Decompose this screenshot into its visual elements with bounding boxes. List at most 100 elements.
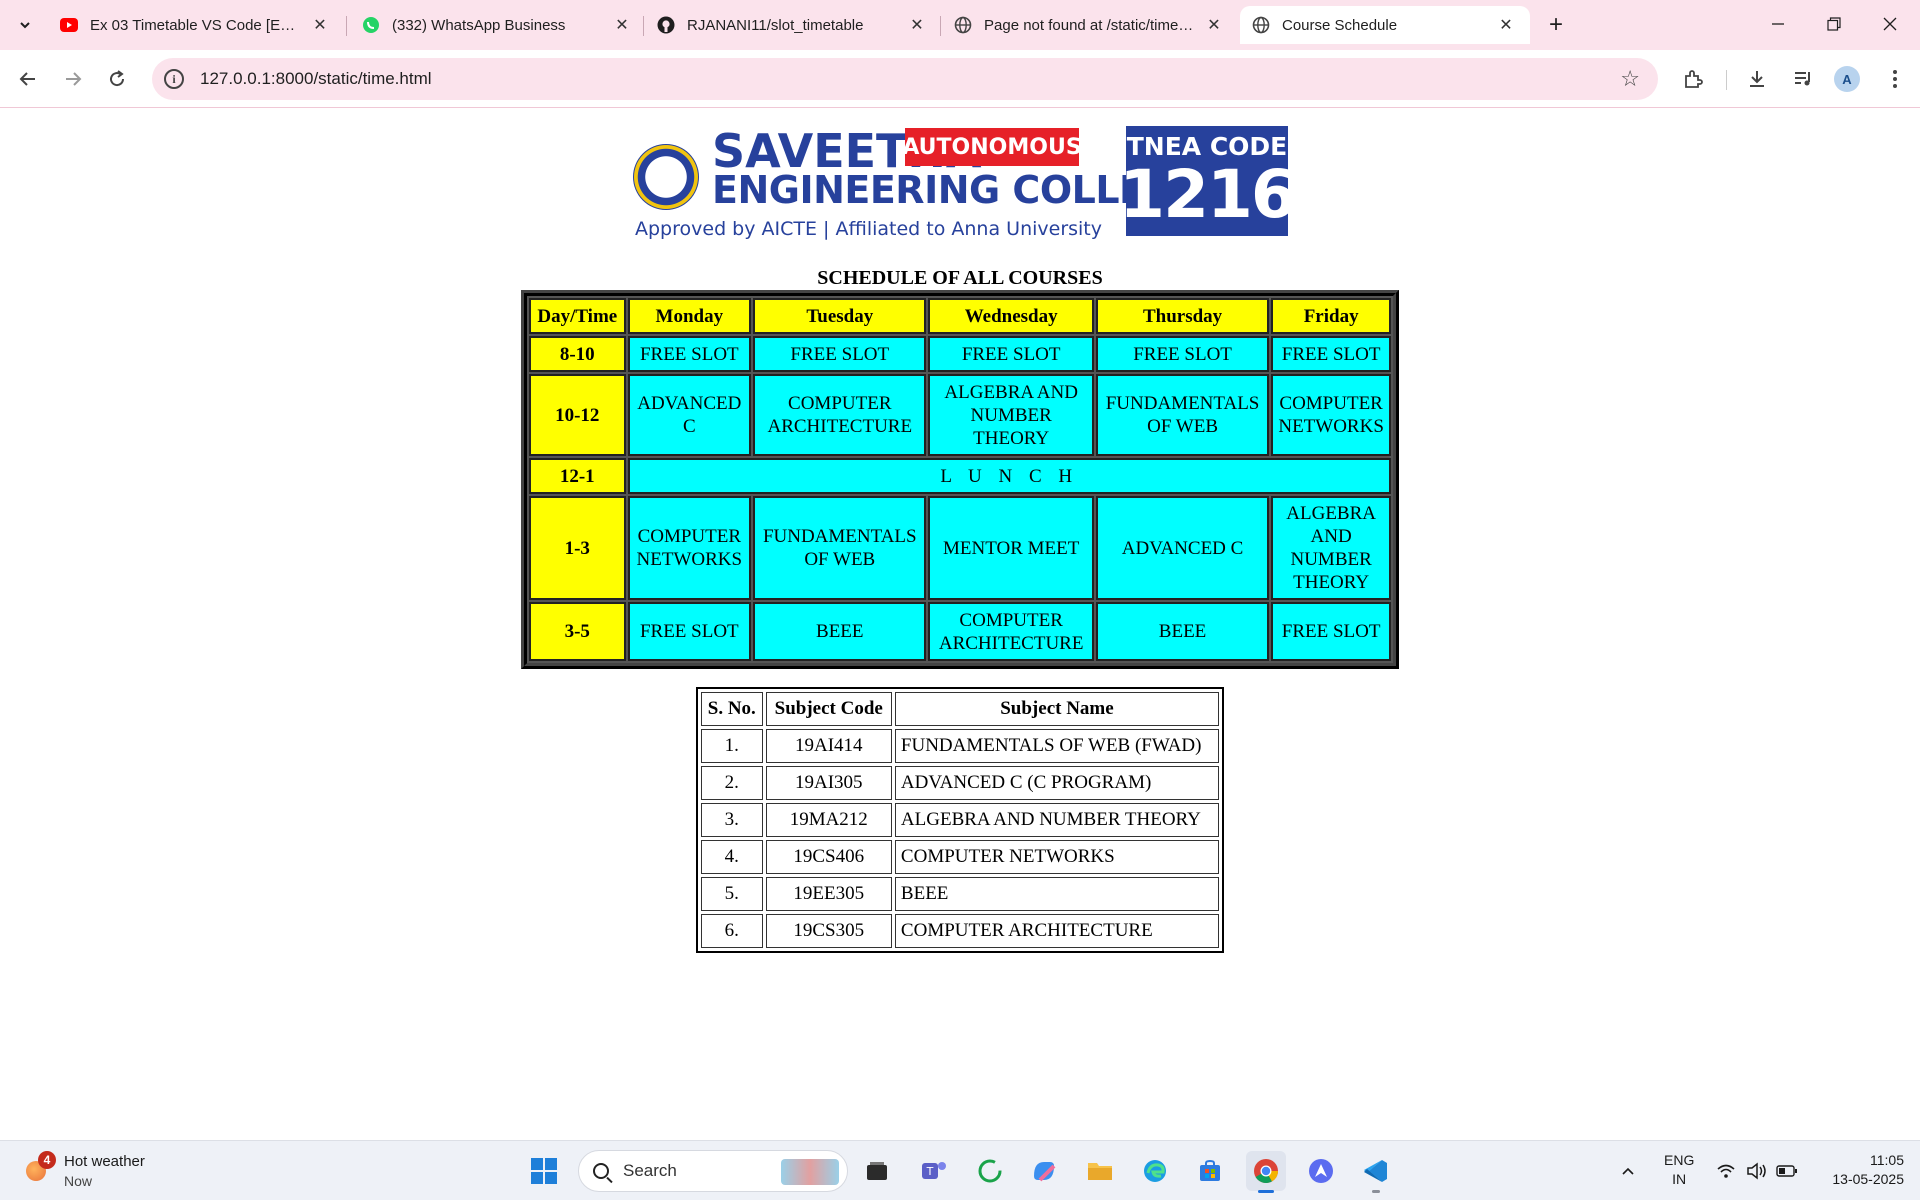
app-arrow-icon[interactable] <box>1301 1151 1341 1191</box>
college-logo: SAVEETHA AUTONOMOUS ENGINEERING COLLEGE … <box>632 126 1297 242</box>
tab-github[interactable]: RJANANI11/slot_timetable ✕ <box>645 6 941 44</box>
table-row: 4. 19CS406 COMPUTER NETWORKS <box>701 840 1219 874</box>
tab-title: Course Schedule <box>1282 16 1398 34</box>
table-row: 6. 19CS305 COMPUTER ARCHITECTURE <box>701 914 1219 948</box>
tab-close-icon[interactable]: ✕ <box>1204 15 1224 35</box>
volume-icon[interactable] <box>1746 1141 1768 1201</box>
svg-text:T: T <box>926 1165 934 1178</box>
slot-cell: FREE SLOT <box>627 602 752 661</box>
windows-logo-icon <box>531 1158 557 1184</box>
slot-cell: FREE SLOT <box>753 336 927 372</box>
time-cell: 12-1 <box>529 458 626 494</box>
tab-youtube[interactable]: Ex 03 Timetable VS Code [English] ✕ <box>48 6 344 44</box>
header-cell: S. No. <box>701 692 763 726</box>
header-cell: Subject Code <box>765 692 892 726</box>
tab-course-schedule[interactable]: Course Schedule ✕ <box>1240 6 1530 44</box>
schedule-row: 10-12 ADVANCED C COMPUTER ARCHITECTURE A… <box>529 374 1391 456</box>
wifi-icon[interactable] <box>1716 1141 1736 1201</box>
new-tab-button[interactable]: + <box>1540 11 1572 38</box>
code-cell: 19EE305 <box>765 877 892 911</box>
close-window-button[interactable] <box>1862 0 1918 48</box>
table-row: 5. 19EE305 BEEE <box>701 877 1219 911</box>
tab-close-icon[interactable]: ✕ <box>1496 15 1516 35</box>
tab-close-icon[interactable]: ✕ <box>907 15 927 35</box>
chrome-icon[interactable] <box>1246 1151 1286 1193</box>
file-explorer-icon[interactable] <box>1080 1151 1120 1191</box>
tab-close-icon[interactable]: ✕ <box>612 15 632 35</box>
active-indicator <box>1258 1190 1274 1193</box>
header-cell: Day/Time <box>529 298 626 334</box>
tray-overflow-chevron-icon[interactable] <box>1620 1141 1636 1201</box>
address-bar[interactable]: i 127.0.0.1:8000/static/time.html ☆ <box>152 58 1658 100</box>
running-indicator <box>1372 1190 1380 1193</box>
time-cell: 1-3 <box>529 496 626 600</box>
download-icon[interactable] <box>1742 64 1772 94</box>
task-view-icon[interactable] <box>857 1151 897 1191</box>
tnea-code: 1216 <box>1119 156 1297 233</box>
back-arrow-icon <box>19 72 35 86</box>
slot-cell: COMPUTER NETWORKS <box>1271 374 1391 456</box>
code-cell: 19CS305 <box>765 914 892 948</box>
teams-icon[interactable]: T <box>914 1151 954 1191</box>
profile-avatar[interactable]: A <box>1834 66 1860 92</box>
table-row: 1. 19AI414 FUNDAMENTALS OF WEB (FWAD) <box>701 729 1219 763</box>
vscode-icon[interactable] <box>1356 1151 1396 1193</box>
slot-cell: FREE SLOT <box>627 336 752 372</box>
tab-close-icon[interactable]: ✕ <box>310 15 330 35</box>
code-cell: 19AI305 <box>765 766 892 800</box>
slot-cell: BEEE <box>753 602 927 661</box>
serial-cell: 4. <box>701 840 763 874</box>
language-indicator[interactable]: ENG IN <box>1664 1151 1694 1189</box>
site-info-icon[interactable]: i <box>164 69 184 89</box>
forward-button[interactable] <box>57 63 89 95</box>
serial-cell: 1. <box>701 729 763 763</box>
url-text[interactable]: 127.0.0.1:8000/static/time.html <box>200 69 432 89</box>
logo-autonomous-badge: AUTONOMOUS <box>902 128 1082 166</box>
start-button[interactable] <box>524 1151 564 1191</box>
schedule-row: 12-1 L U N C H <box>529 458 1391 494</box>
subjects-table: S. No. Subject Code Subject Name 1. 19AI… <box>696 687 1224 953</box>
time-cell: 10-12 <box>529 374 626 456</box>
table-row: 3. 19MA212 ALGEBRA AND NUMBER THEORY <box>701 803 1219 837</box>
media-control-icon[interactable] <box>1788 64 1818 94</box>
tab-whatsapp[interactable]: (332) WhatsApp Business ✕ <box>350 6 646 44</box>
store-icon[interactable] <box>1190 1151 1230 1191</box>
minimize-button[interactable] <box>1750 0 1806 48</box>
notification-badge: 4 <box>38 1151 56 1169</box>
slot-cell: ALGEBRA AND NUMBER THEORY <box>928 374 1094 456</box>
slot-cell: ADVANCED C <box>1095 496 1270 600</box>
tab-page-not-found[interactable]: Page not found at /static/time.html ✕ <box>942 6 1238 44</box>
taskbar: 4 Hot weather Now Search T ENG IN 11:05 … <box>0 1140 1920 1200</box>
refresh-app-icon[interactable] <box>970 1151 1010 1191</box>
menu-kebab-icon[interactable] <box>1880 64 1910 94</box>
back-button[interactable] <box>12 63 44 95</box>
system-clock[interactable]: 11:05 13-05-2025 <box>1816 1151 1904 1189</box>
bookmark-star-icon[interactable]: ☆ <box>1620 66 1640 92</box>
name-cell: FUNDAMENTALS OF WEB (FWAD) <box>894 729 1219 763</box>
tnea-code-box: TNEA CODE 1216 <box>1119 126 1297 236</box>
taskbar-search[interactable]: Search <box>578 1150 848 1192</box>
schedule-title: SCHEDULE OF ALL COURSES <box>817 267 1103 289</box>
tab-separator <box>643 16 644 36</box>
edge-icon[interactable] <box>1135 1151 1175 1191</box>
name-cell: COMPUTER ARCHITECTURE <box>894 914 1219 948</box>
search-icon <box>593 1163 609 1179</box>
college-seal-icon <box>633 144 699 210</box>
tab-title: Ex 03 Timetable VS Code [English] <box>90 16 300 34</box>
restore-button[interactable] <box>1806 0 1862 48</box>
battery-icon[interactable] <box>1776 1141 1798 1201</box>
slot-cell: FREE SLOT <box>1095 336 1270 372</box>
code-cell: 19CS406 <box>765 840 892 874</box>
whatsapp-icon <box>362 16 380 34</box>
tab-title: Page not found at /static/time.html <box>984 16 1194 34</box>
serial-cell: 3. <box>701 803 763 837</box>
weather-widget[interactable]: 4 Hot weather Now <box>22 1149 202 1193</box>
tab-search-button[interactable] <box>10 10 40 40</box>
extensions-icon[interactable] <box>1678 64 1708 94</box>
reload-button[interactable] <box>101 63 133 95</box>
schedule-header-row: Day/Time Monday Tuesday Wednesday Thursd… <box>529 298 1391 334</box>
copilot-icon[interactable] <box>1024 1151 1064 1191</box>
schedule-table: Day/Time Monday Tuesday Wednesday Thursd… <box>521 290 1399 669</box>
weather-subtitle: Now <box>64 1173 93 1189</box>
forward-arrow-icon <box>66 72 82 86</box>
